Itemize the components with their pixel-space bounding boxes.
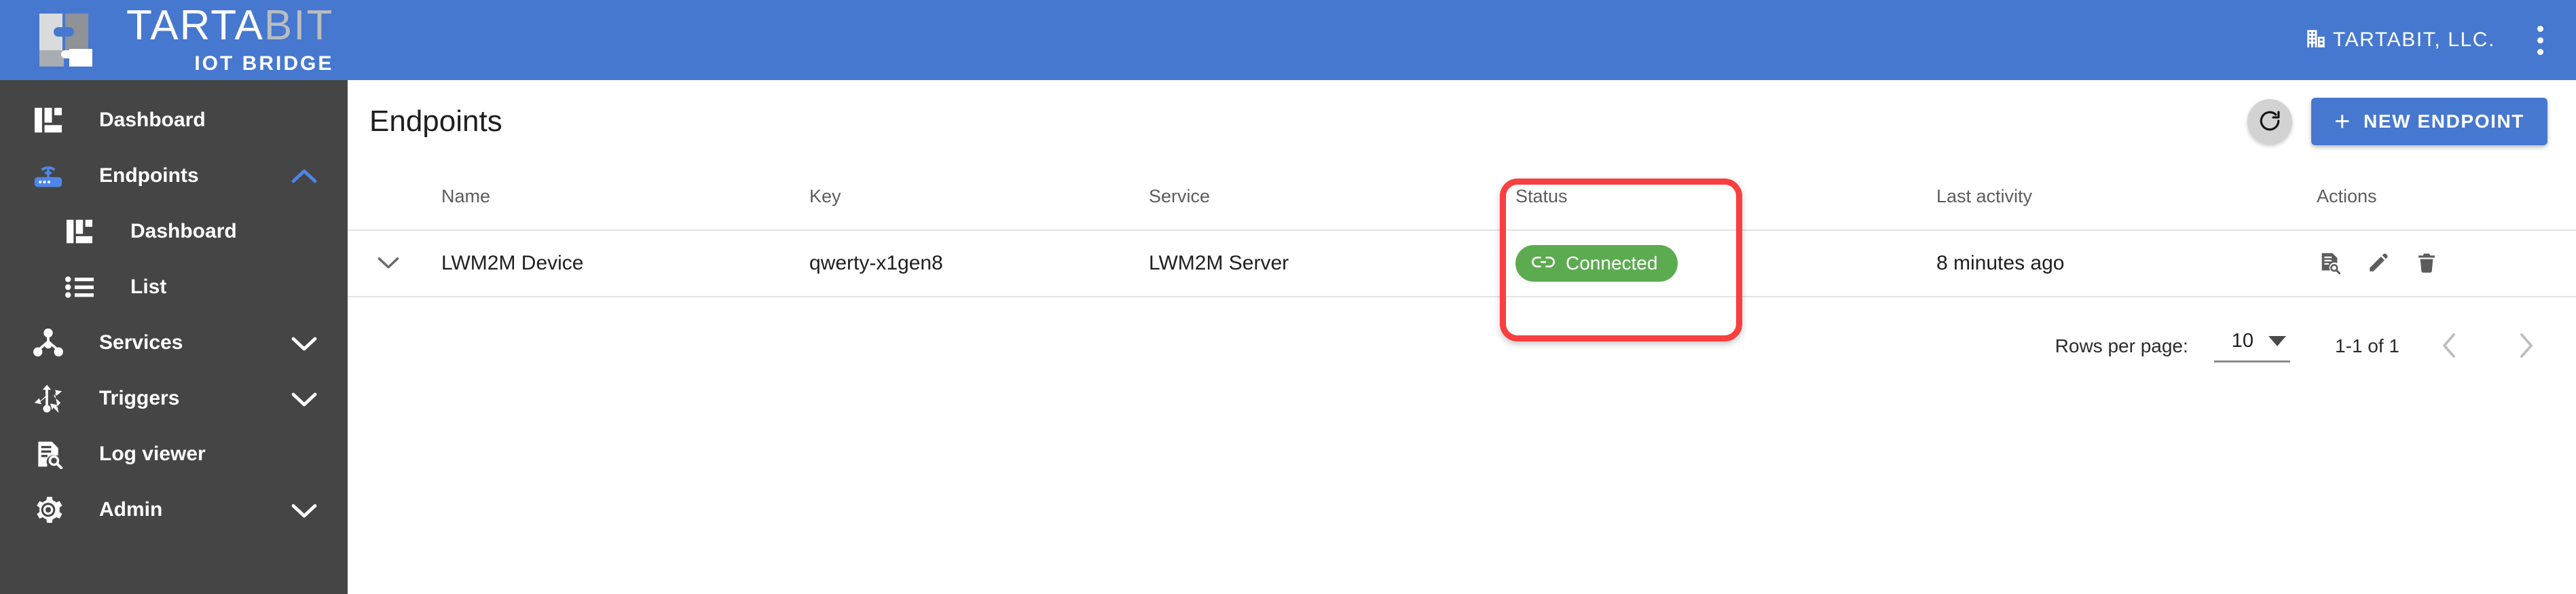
refresh-icon <box>2258 109 2282 135</box>
router-icon <box>27 161 69 191</box>
sidebar-item-label: Endpoints <box>99 164 199 187</box>
chevron-down-icon <box>2268 336 2287 346</box>
sidebar-item-dashboard[interactable]: Dashboard <box>0 92 348 148</box>
building-icon <box>2304 27 2327 54</box>
move-arrows-icon <box>27 384 69 413</box>
organization-selector[interactable]: TARTABIT, LLC. <box>2304 27 2495 54</box>
column-header-service: Service <box>1149 185 1211 206</box>
delete-trash-icon <box>2416 251 2437 276</box>
chevron-down-icon[interactable] <box>291 501 318 519</box>
log-viewer-icon <box>2318 251 2341 276</box>
sidebar-item-label: List <box>130 276 167 298</box>
dashboard-icon <box>27 107 69 134</box>
sidebar-item-label: Log viewer <box>99 443 206 465</box>
chevron-right-icon <box>2518 332 2534 361</box>
main-content: Endpoints + NEW ENDPOINT Name Key Servic… <box>348 80 2576 594</box>
sidebar-item-endpoints-dashboard[interactable]: Dashboard <box>0 204 348 259</box>
cell-status: Connected <box>1515 245 1936 282</box>
sidebar-item-endpoints[interactable]: Endpoints <box>0 148 348 204</box>
gear-icon <box>27 494 69 525</box>
page-header: Endpoints + NEW ENDPOINT <box>348 80 2576 163</box>
rows-per-page-label: Rows per page: <box>2055 335 2188 356</box>
sidebar-item-label: Admin <box>99 498 163 521</box>
new-endpoint-label: NEW ENDPOINT <box>2363 111 2524 132</box>
sidebar-navigation: Dashboard Endpoints Dashboard List Servi… <box>0 80 348 594</box>
chevron-left-icon <box>2442 332 2458 361</box>
refresh-button[interactable] <box>2247 99 2293 144</box>
cell-key: qwerty-x1gen8 <box>809 252 943 274</box>
sidebar-item-services[interactable]: Services <box>0 315 348 371</box>
chevron-down-icon <box>377 255 400 273</box>
log-search-icon <box>27 439 69 469</box>
log-viewer-action-button[interactable] <box>2317 250 2342 278</box>
cell-service: LWM2M Server <box>1149 252 1289 274</box>
brand-logo[interactable]: TARTABIT IOT BRIDGE <box>0 5 333 75</box>
sidebar-item-admin[interactable]: Admin <box>0 482 348 538</box>
sidebar-item-label: Triggers <box>99 387 180 409</box>
column-header-name: Name <box>441 185 491 206</box>
status-badge[interactable]: Connected <box>1515 245 1678 282</box>
edit-action-button[interactable] <box>2366 250 2391 278</box>
chevron-down-icon[interactable] <box>291 390 318 407</box>
pagination-range: 1-1 of 1 <box>2335 335 2399 356</box>
column-header-actions: Actions <box>2317 185 2377 206</box>
sidebar-item-label: Services <box>99 331 183 354</box>
list-icon <box>58 276 100 299</box>
sidebar-item-endpoints-list[interactable]: List <box>0 259 348 315</box>
puzzle-piece-logo-icon <box>35 11 109 69</box>
page-title: Endpoints <box>369 105 502 138</box>
next-page-button[interactable] <box>2500 325 2552 368</box>
table-pagination: Rows per page: 10 1-1 of 1 <box>348 297 2576 372</box>
previous-page-button[interactable] <box>2424 325 2476 368</box>
edit-pencil-icon <box>2367 251 2390 276</box>
brand-title: TARTABIT <box>126 2 334 49</box>
cell-actions <box>2317 250 2576 278</box>
rows-per-page-select[interactable]: 10 <box>2213 330 2291 363</box>
row-expand-toggle[interactable] <box>348 255 429 273</box>
brand-subtitle: IOT BRIDGE <box>194 52 334 75</box>
chevron-up-icon[interactable] <box>291 167 318 185</box>
delete-action-button[interactable] <box>2414 250 2439 278</box>
column-header-last-activity: Last activity <box>1936 185 2033 206</box>
column-header-status: Status <box>1515 185 1568 206</box>
new-endpoint-button[interactable]: + NEW ENDPOINT <box>2311 98 2547 145</box>
column-header-key: Key <box>809 185 841 206</box>
endpoints-table: Name Key Service Status Last activity Ac… <box>348 163 2576 297</box>
organization-name: TARTABIT, LLC. <box>2332 29 2495 51</box>
kebab-menu-icon[interactable] <box>2533 22 2547 59</box>
cell-last-activity: 8 minutes ago <box>1936 252 2065 274</box>
status-label: Connected <box>1566 253 1658 274</box>
dashboard-icon <box>58 219 100 244</box>
hierarchy-icon <box>27 329 69 357</box>
table-row[interactable]: LWM2M Device qwerty-x1gen8 LWM2M Server … <box>348 231 2576 297</box>
sidebar-item-log-viewer[interactable]: Log viewer <box>0 426 348 482</box>
sidebar-item-label: Dashboard <box>99 109 206 131</box>
top-app-bar: TARTABIT IOT BRIDGE TARTABIT, LLC. <box>0 0 2576 80</box>
plus-icon: + <box>2334 107 2352 136</box>
sidebar-item-label: Dashboard <box>130 220 237 242</box>
table-header-row: Name Key Service Status Last activity Ac… <box>348 163 2576 231</box>
cell-name: LWM2M Device <box>441 252 584 274</box>
rows-per-page-value: 10 <box>2231 330 2254 352</box>
chevron-down-icon[interactable] <box>291 334 318 352</box>
link-icon <box>1532 253 1555 274</box>
sidebar-item-triggers[interactable]: Triggers <box>0 371 348 426</box>
